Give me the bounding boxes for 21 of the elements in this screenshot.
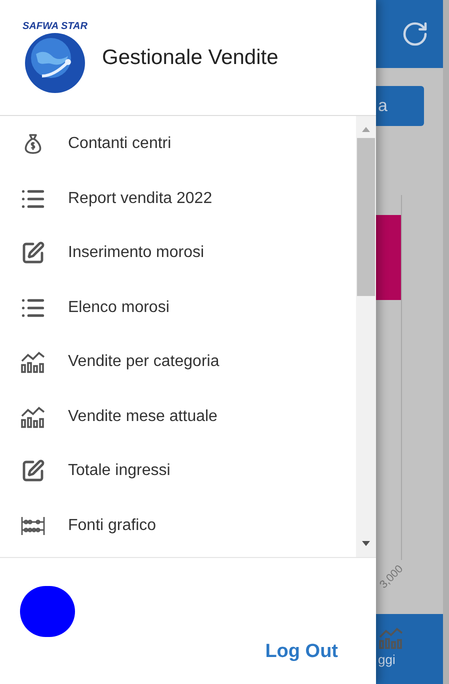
chart-icon [20, 350, 46, 374]
logout-button[interactable]: Log Out [247, 637, 356, 668]
edit-icon [21, 241, 45, 266]
app-title: Gestionale Vendite [102, 44, 278, 71]
menu-item[interactable]: Vendite mese attuale [0, 390, 356, 444]
action-button[interactable]: a [376, 86, 424, 126]
menu-item[interactable]: Fonti grafico [0, 498, 356, 553]
menu-item[interactable]: Inserimento morosi [0, 226, 356, 280]
edit-icon [21, 459, 45, 484]
refresh-icon[interactable] [401, 20, 429, 48]
menu-item[interactable]: Elenco morosi [0, 280, 356, 335]
logo: SAFWA STAR [16, 22, 94, 94]
scrollbar[interactable] [356, 116, 376, 557]
menu-item[interactable]: Vendite per categoria [0, 335, 356, 390]
menu-item[interactable]: Report vendita 2022 [0, 172, 356, 226]
chart-icon [378, 626, 404, 650]
menu-item[interactable]: Contanti centri [0, 117, 356, 172]
user-avatar [20, 586, 75, 637]
nav-label[interactable]: ggi [378, 650, 396, 670]
chart-icon [20, 404, 46, 429]
menu-item[interactable]: Totale ingressi [0, 444, 356, 498]
